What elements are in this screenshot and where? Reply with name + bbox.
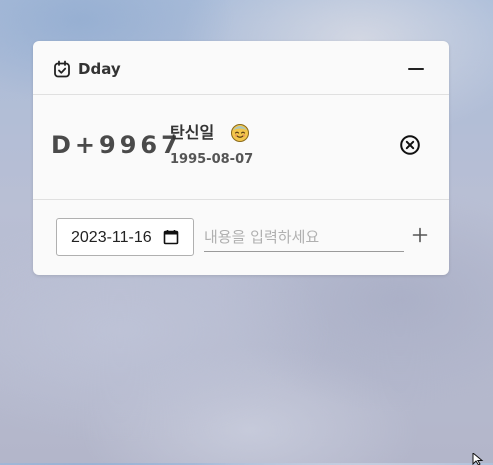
event-date: 1995-08-07 [170,152,254,167]
dday-entry: D+9967 탄신일 1995-08-07 [33,95,449,200]
smiling-face-emoji [231,124,249,142]
delete-button[interactable] [399,134,421,156]
dday-count: D+9967 [51,131,182,159]
date-input-value: 2023-11-16 [71,229,152,246]
dday-widget: Dday D+9967 탄신일 1995-08-07 2023-11-16 내용… [33,41,449,275]
add-button[interactable] [410,225,430,245]
minus-icon [408,68,424,70]
plus-icon [412,227,428,243]
content-input[interactable] [204,223,404,252]
minimize-button[interactable] [405,58,427,80]
date-input[interactable]: 2023-11-16 [56,218,194,256]
mouse-cursor-icon [472,453,484,465]
event-name: 탄신일 [170,123,215,142]
widget-title: Dday [78,60,121,78]
calendar-icon[interactable] [163,229,179,245]
circle-x-icon [400,135,420,155]
add-dday-form: 2023-11-16 [33,200,449,275]
calendar-check-icon [54,60,70,78]
widget-header: Dday [33,41,449,95]
